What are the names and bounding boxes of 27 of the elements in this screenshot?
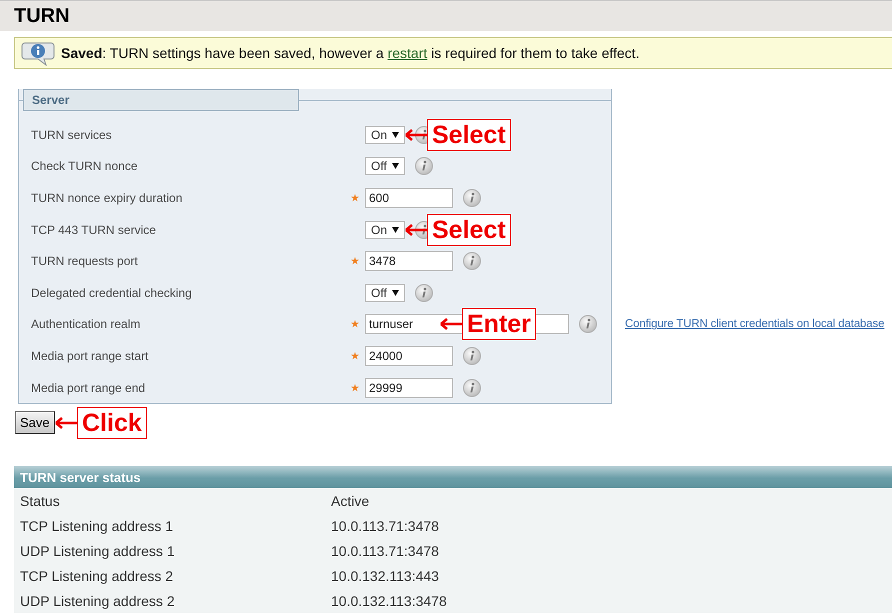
field-label: TCP 443 TURN service: [31, 222, 157, 237]
field-label: TURN nonce expiry duration: [31, 190, 184, 205]
field-label: Media port range start: [31, 348, 150, 363]
status-value: 10.0.113.71:3478: [331, 542, 439, 558]
callout-tooltip: Select: [427, 214, 511, 246]
section-header: TURN server status: [14, 466, 892, 488]
status-name: Status: [19, 492, 61, 508]
callout-tooltip: Select: [427, 118, 511, 151]
field-label: Delegated credential checking: [31, 286, 193, 300]
notice-text: Saved: TURN settings have been saved, however a restart is required for them to take effect.: [61, 45, 640, 61]
panel-legend: Server: [23, 89, 299, 111]
status-value: 10.0.132.113:3478: [331, 592, 447, 608]
status-name: UDP Listening address 1: [19, 542, 176, 558]
field-label: TURN requests port: [31, 254, 139, 268]
status-value: 10.0.132.113:443: [331, 568, 439, 584]
field-label: Media port range end: [31, 380, 146, 395]
status-value: 10.0.113.71:3478: [331, 518, 439, 534]
field-label: TURN services: [31, 128, 113, 142]
field-label: Check TURN nonce: [31, 159, 138, 174]
status-name: TCP Listening address 1: [19, 518, 174, 534]
callout-tooltip: Click: [77, 406, 147, 438]
status-name: UDP Listening address 2: [19, 592, 176, 608]
field-label: Authentication realm: [31, 317, 142, 332]
status-name: TCP Listening address 2: [19, 568, 174, 584]
callout-tooltip: Enter: [462, 308, 536, 340]
status-value: Active: [331, 492, 370, 508]
page-title: TURN: [14, 4, 70, 28]
